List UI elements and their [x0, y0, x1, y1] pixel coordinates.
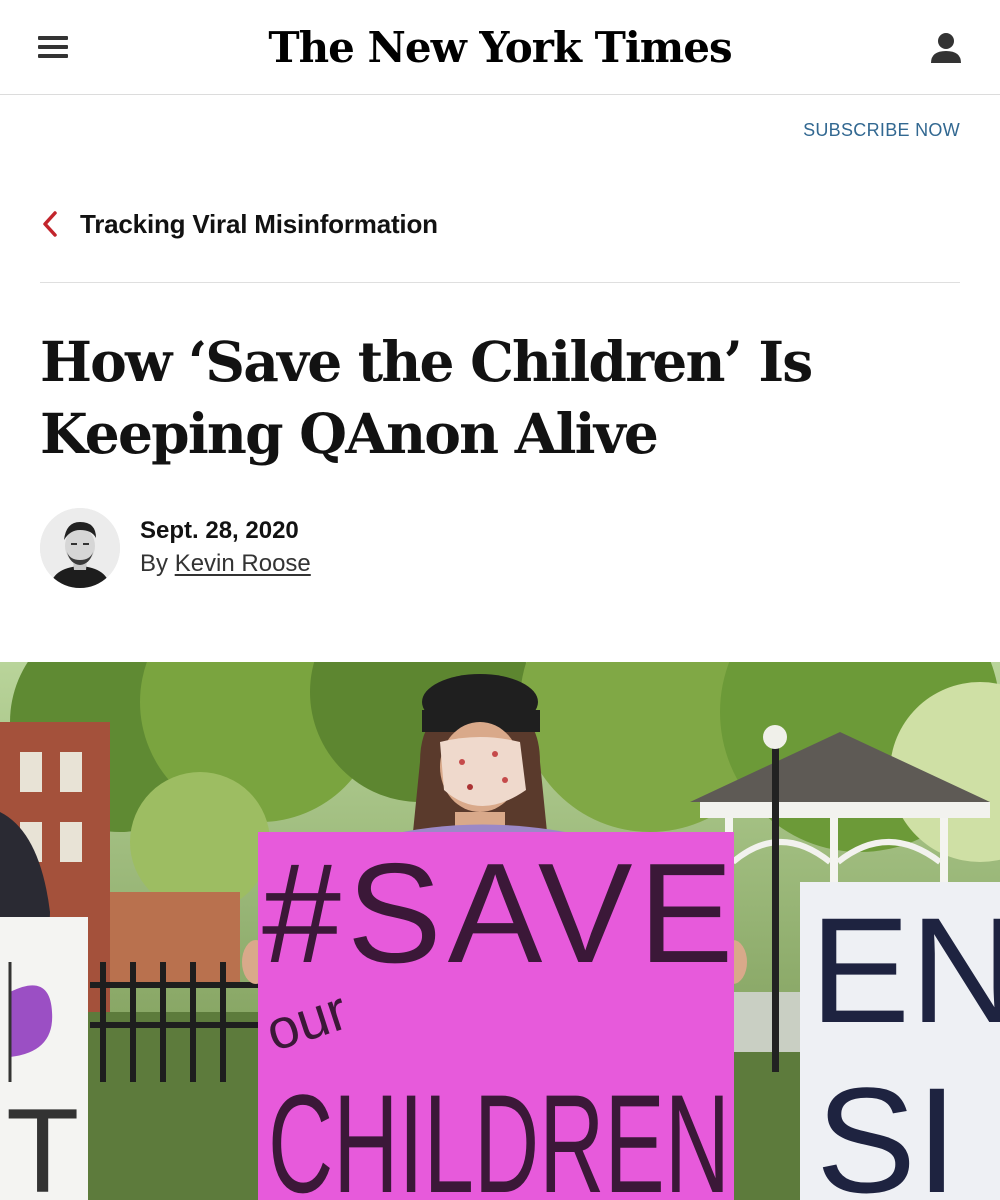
author-avatar[interactable] [40, 508, 120, 588]
chevron-left-icon [40, 204, 68, 244]
center-sign-line-3: CHILDREN [268, 1065, 730, 1200]
user-account-icon[interactable] [926, 28, 966, 68]
right-sign-line-1: EN [810, 886, 1000, 1054]
section-back-link[interactable]: Tracking Viral Misinformation [40, 204, 438, 244]
hamburger-menu-icon[interactable] [38, 36, 70, 62]
publish-date: Sept. 28, 2020 [140, 517, 299, 544]
byline-prefix: By [140, 550, 169, 577]
author-link[interactable]: Kevin Roose [175, 550, 311, 577]
section-label: Tracking Viral Misinformation [80, 208, 438, 239]
divider [40, 282, 960, 283]
lead-photo[interactable]: T #SAVE our CHILDREN EN SI [0, 662, 1000, 1200]
article-meta: Sept. 28, 2020 By Kevin Roose [140, 515, 311, 581]
byline: By Kevin Roose [140, 547, 311, 581]
subscribe-now-link[interactable]: SUBSCRIBE NOW [803, 120, 960, 141]
center-sign-line-1: #SAVE [262, 834, 739, 993]
right-sign-line-2: SI [816, 1056, 958, 1200]
top-bar: The New York Times [0, 0, 1000, 95]
masthead-logo[interactable]: The New York Times [250, 18, 750, 78]
left-sign-text: T [6, 1084, 79, 1200]
article-headline: How ‘Save the Children’ Is Keeping QAnon… [40, 329, 813, 466]
byline-block: Sept. 28, 2020 By Kevin Roose [40, 508, 311, 588]
